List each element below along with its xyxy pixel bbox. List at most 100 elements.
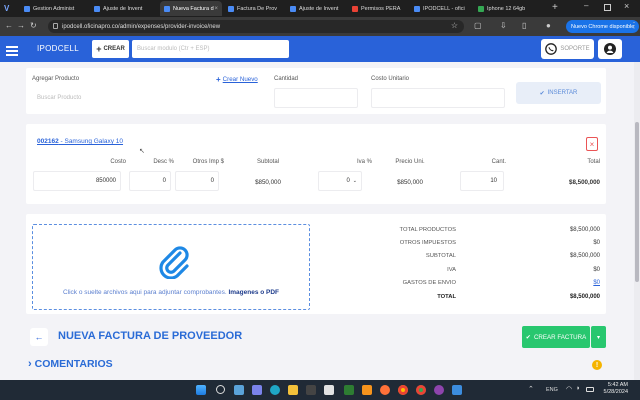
user-account-button[interactable] <box>598 39 622 59</box>
comentarios-toggle[interactable]: › COMENTARIOS <box>28 358 113 370</box>
page-scrollbar[interactable] <box>634 62 640 380</box>
teams-icon[interactable] <box>252 385 262 395</box>
col-desc: Desc % <box>153 159 174 165</box>
col-total: Total <box>587 159 600 165</box>
url-bar[interactable]: ipodcell.oficinapro.co/admin/expenses/pr… <box>48 20 464 33</box>
iva-select[interactable]: 0 ⌄ <box>318 171 362 191</box>
plus-icon: + <box>216 75 221 84</box>
crear-factura-button[interactable]: ✔ CREAR FACTURA <box>522 326 590 348</box>
back-button[interactable]: ← <box>30 328 48 346</box>
tab-favicon-icon <box>164 5 170 12</box>
store-icon[interactable] <box>306 385 316 395</box>
scrollbar-thumb[interactable] <box>635 122 639 282</box>
otros-imp-input[interactable]: 0 <box>175 171 219 191</box>
file-explorer-icon[interactable] <box>288 385 298 395</box>
app-icon[interactable] <box>344 385 354 395</box>
tab-favicon-icon <box>24 5 30 12</box>
close-icon: × <box>589 139 595 149</box>
remove-line-button[interactable]: × <box>586 137 598 151</box>
tab-favicon-icon <box>478 5 484 12</box>
col-costo: Costo <box>110 159 126 165</box>
browser-tab[interactable]: Factura De Prov <box>224 1 284 16</box>
add-product-card: Agregar Producto + Crear Nuevo Buscar Pr… <box>26 68 606 114</box>
system-tray-chevron-icon[interactable]: ⌃ <box>528 385 534 393</box>
brand-logo[interactable]: IPODCELL <box>37 44 79 53</box>
profile-icon[interactable]: ● <box>546 21 551 30</box>
widgets-icon[interactable] <box>234 385 244 395</box>
forward-icon[interactable]: → <box>17 21 25 30</box>
extensions-icon[interactable]: ▢ <box>474 21 482 30</box>
back-icon[interactable]: ← <box>5 21 13 30</box>
browser-tab[interactable]: Permisos PERA <box>348 1 408 16</box>
close-window-icon[interactable]: × <box>624 1 629 11</box>
maximize-icon[interactable] <box>604 4 611 11</box>
crear-nuevo-link[interactable]: + Crear Nuevo <box>216 75 258 84</box>
site-info-icon[interactable] <box>53 23 58 29</box>
dropzone-text: Click o suelte archivos aqui para adjunt… <box>62 289 280 296</box>
desc-input[interactable]: 0 <box>129 171 171 191</box>
browser-tab[interactable]: Gestion Administ <box>20 1 88 16</box>
chevron-down-icon: ⌄ <box>352 178 357 184</box>
tab-favicon-icon <box>414 5 420 12</box>
app-icon[interactable] <box>434 385 444 395</box>
paperclip-icon <box>159 246 189 279</box>
browser-tab[interactable]: Ajuste de Invent <box>90 1 158 16</box>
product-search-input[interactable]: Buscar Producto <box>32 88 260 108</box>
browser-tab[interactable]: Ajuste de Invent <box>286 1 346 16</box>
chevron-right-icon: › <box>28 358 32 370</box>
col-precio: Precio Uni. <box>395 159 425 165</box>
tab-favicon-icon <box>228 5 234 12</box>
search-icon[interactable] <box>216 385 225 394</box>
chrome-icon[interactable] <box>398 385 408 395</box>
chrome-menu-icon[interactable]: ⋮ <box>630 21 638 30</box>
browser-tab-active[interactable]: Nueva Factura d × <box>160 1 222 16</box>
browser-logo-icon: V <box>4 4 10 13</box>
battery-icon[interactable] <box>586 387 594 392</box>
col-iva: Iva % <box>356 159 372 165</box>
warning-icon[interactable]: ! <box>592 360 602 370</box>
photos-icon[interactable] <box>452 385 462 395</box>
firefox-icon[interactable] <box>380 385 390 395</box>
plus-icon: + <box>96 44 102 54</box>
agregar-producto-label: Agregar Producto <box>32 76 80 82</box>
minimize-icon[interactable]: – <box>584 1 588 10</box>
costo-unitario-input[interactable] <box>371 88 505 108</box>
tab-favicon-icon <box>94 5 100 12</box>
sublime-icon[interactable] <box>362 385 372 395</box>
browser-toolbar: ← → ↻ ipodcell.oficinapro.co/admin/expen… <box>0 17 640 36</box>
check-icon: ✔ <box>539 90 545 97</box>
total-productos-row: TOTAL PRODUCTOS $8,500,000 <box>399 226 600 233</box>
product-link[interactable]: 002162 - Samsung Galaxy 10 <box>37 138 123 145</box>
language-indicator[interactable]: ENG <box>546 387 558 393</box>
new-tab-icon[interactable]: + <box>552 2 558 13</box>
arrow-left-icon: ← <box>34 332 44 342</box>
soporte-button[interactable]: SOPORTE <box>541 39 594 59</box>
gastos-envio-link[interactable]: $0 <box>540 280 600 286</box>
subtotal-value: $850,000 <box>255 179 281 186</box>
close-tab-icon[interactable]: × <box>214 6 218 12</box>
wifi-icon[interactable]: ◠ <box>566 385 572 393</box>
side-panel-icon[interactable]: ▯ <box>522 21 526 30</box>
clock[interactable]: 5:42 AM 5/28/2024 <box>598 382 628 396</box>
chrome-icon[interactable] <box>416 385 426 395</box>
file-dropzone[interactable]: Click o suelte archivos aqui para adjunt… <box>32 224 310 310</box>
edge-icon[interactable] <box>270 385 280 395</box>
cantidad-input[interactable] <box>274 88 358 108</box>
hamburger-menu-icon[interactable] <box>6 46 18 58</box>
costo-input[interactable]: 850000 <box>33 171 121 191</box>
downloads-icon[interactable]: ⇩ <box>500 21 507 30</box>
windows-start-icon[interactable] <box>196 385 206 395</box>
chrome-update-badge[interactable]: Nuevo Chrome disponible <box>566 20 640 33</box>
insertar-button[interactable]: ✔ INSERTAR <box>516 82 601 104</box>
crear-factura-dropdown[interactable]: ▾ <box>591 326 606 348</box>
cantidad-item-input[interactable]: 10 <box>460 171 504 191</box>
volume-icon[interactable]: ◗ <box>576 385 580 392</box>
reload-icon[interactable]: ↻ <box>30 21 37 30</box>
browser-tab[interactable]: IPODCELL - ofici <box>410 1 472 16</box>
crear-button[interactable]: + CREAR <box>92 40 129 58</box>
mail-icon[interactable] <box>324 385 334 395</box>
browser-tab[interactable]: Iphone 12 64gb <box>474 1 538 16</box>
module-search-input[interactable]: Buscar modulo (Ctr + ESP) <box>132 40 289 58</box>
bookmark-star-icon[interactable]: ☆ <box>451 21 458 30</box>
tab-favicon-icon <box>290 5 296 12</box>
